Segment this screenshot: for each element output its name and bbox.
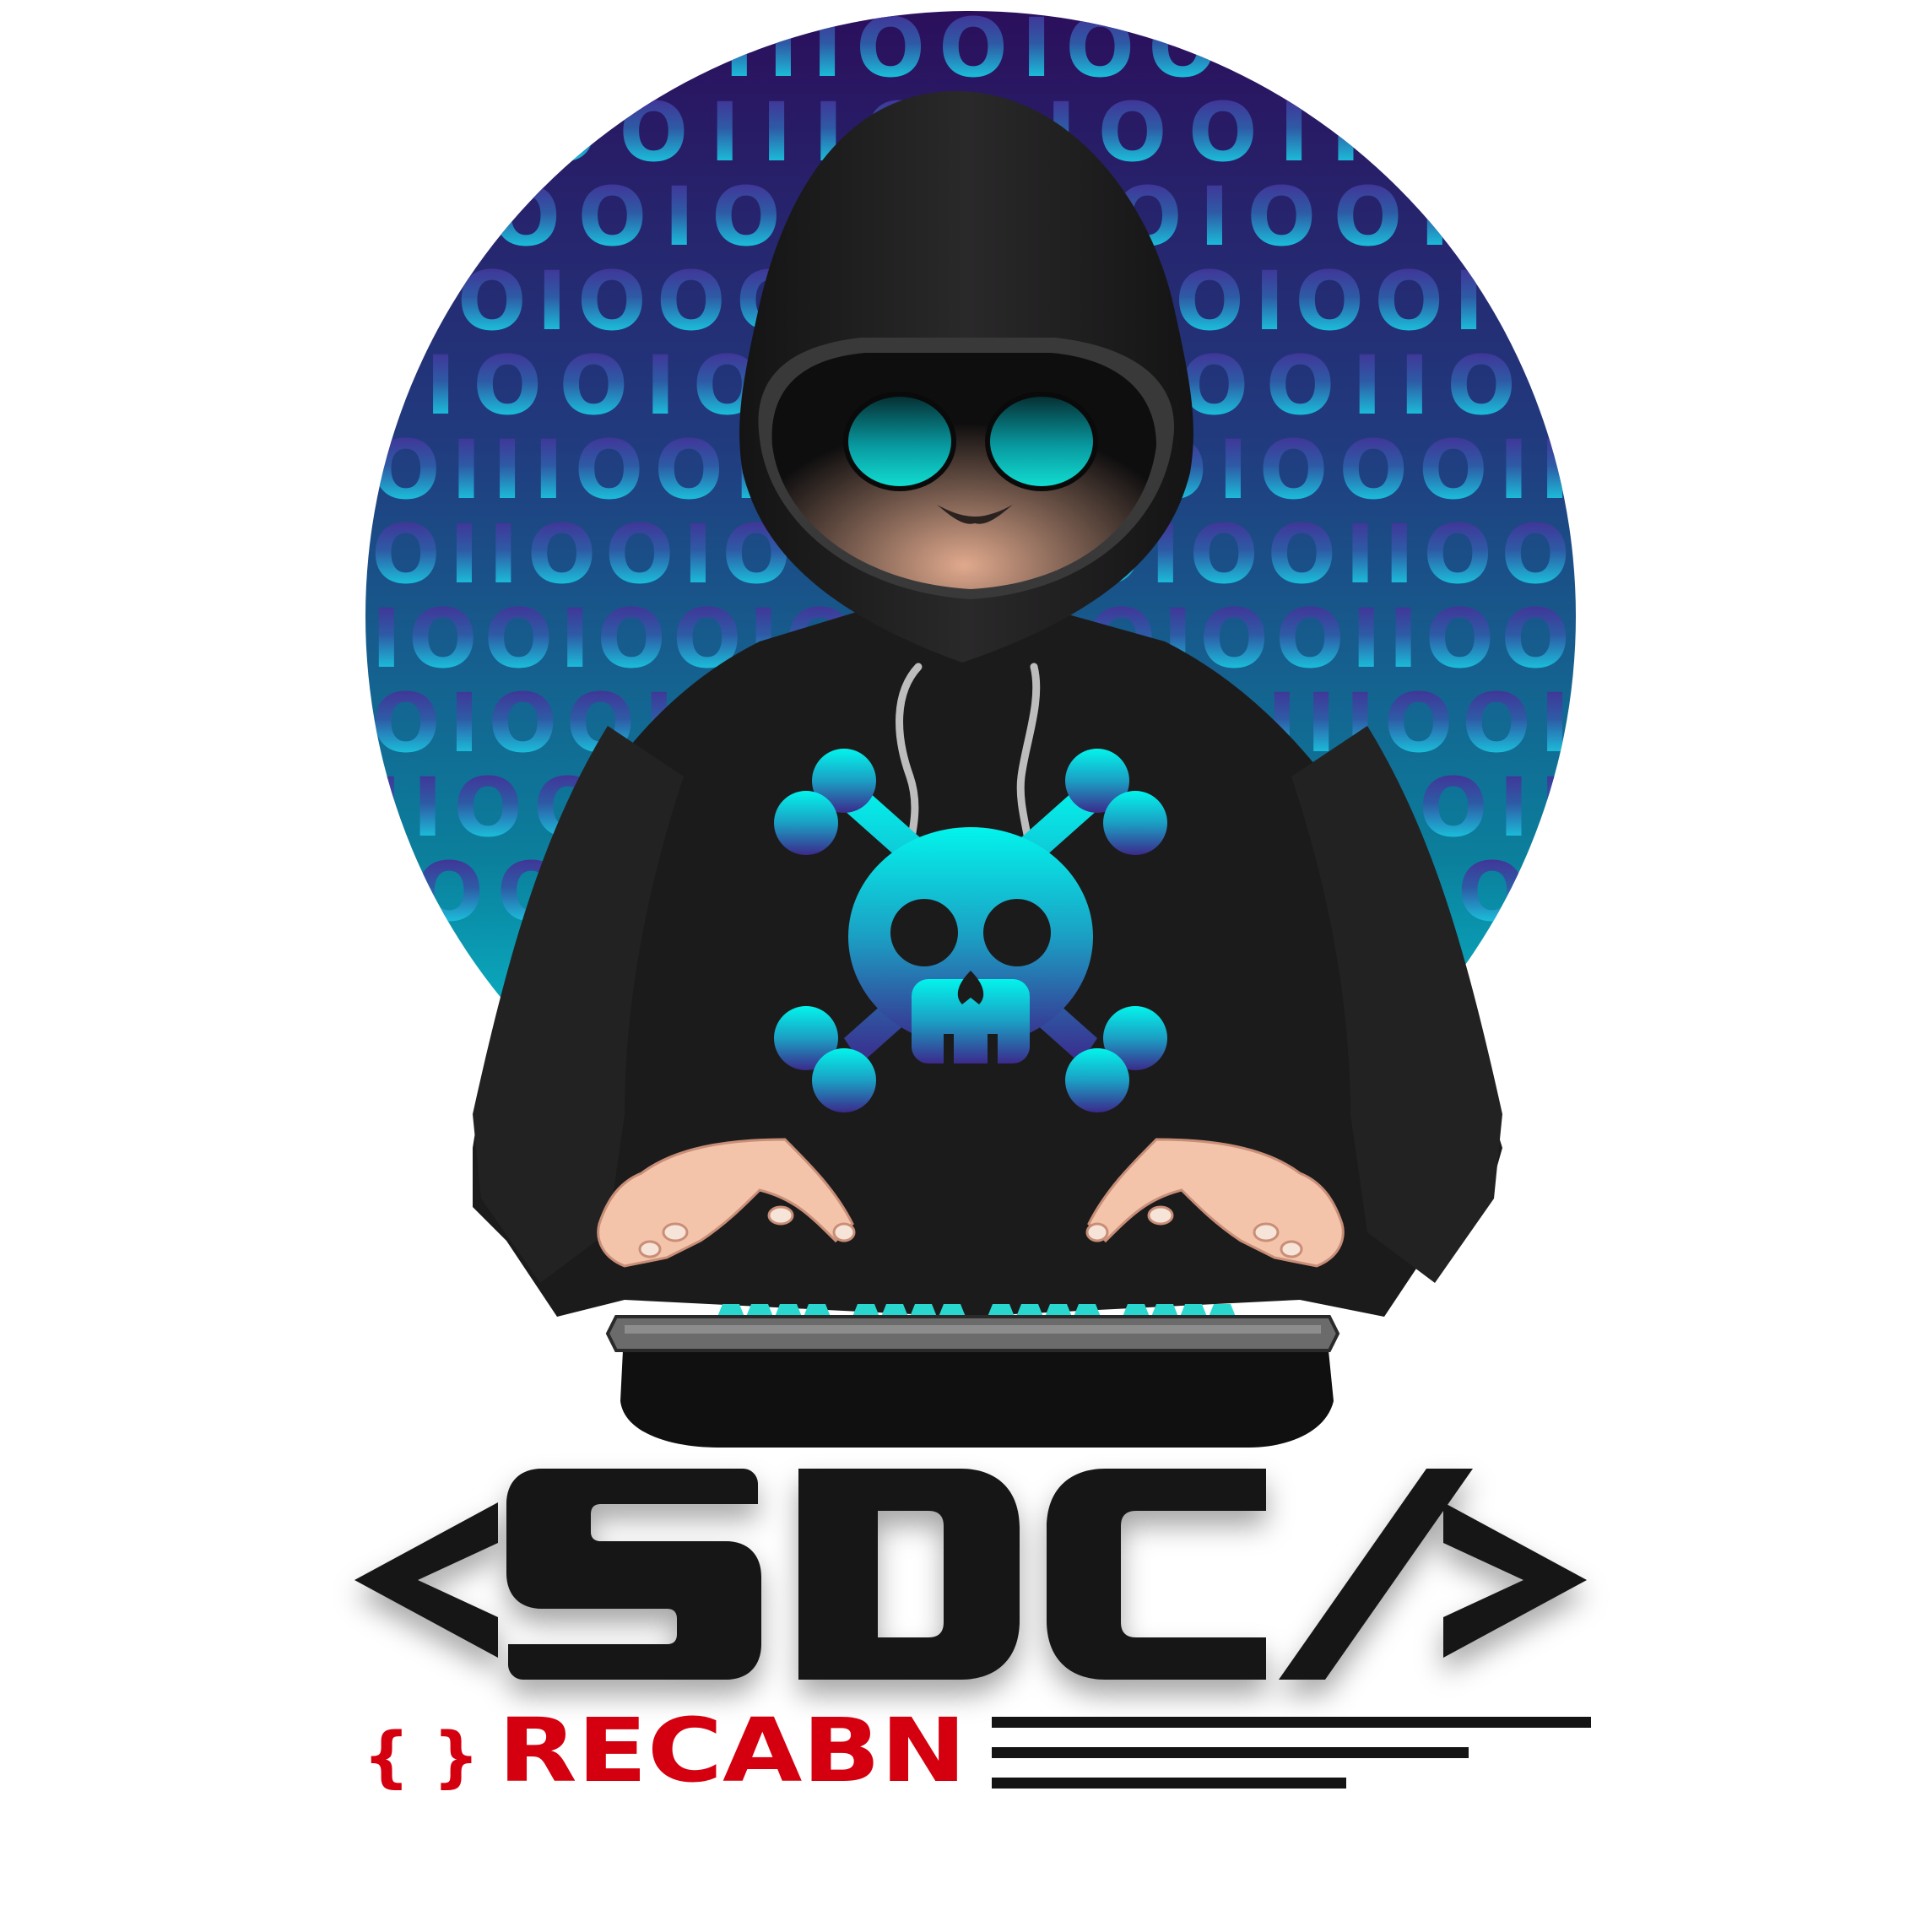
code-line-3 bbox=[992, 1778, 1346, 1789]
logo-canvas: OIIIOOIOOOIOOIIIOOIOOIIIIIOOIOOIIIOOIOOI… bbox=[0, 0, 1932, 1932]
binary-row: OIIIOOIOOO bbox=[641, 1, 1300, 95]
keyboard-key bbox=[717, 1304, 744, 1317]
wordmark bbox=[354, 1469, 1587, 1680]
code-line-2 bbox=[992, 1747, 1469, 1758]
left-eye bbox=[843, 392, 956, 491]
subtitle-row: { } RECABN bbox=[363, 1699, 1591, 1802]
logo-artwork: OIIIOOIOOOIOOIIIOOIOOIIIIIOOIOOIIIOOIOOI… bbox=[354, 1, 1591, 1802]
keyboard-key bbox=[1180, 1304, 1207, 1317]
subtitle-text: RECABN bbox=[498, 1699, 966, 1802]
curly-braces-icon: { } bbox=[363, 1719, 479, 1795]
code-line-1 bbox=[992, 1717, 1591, 1728]
keyboard-key bbox=[1209, 1304, 1236, 1317]
right-eye bbox=[985, 392, 1098, 491]
